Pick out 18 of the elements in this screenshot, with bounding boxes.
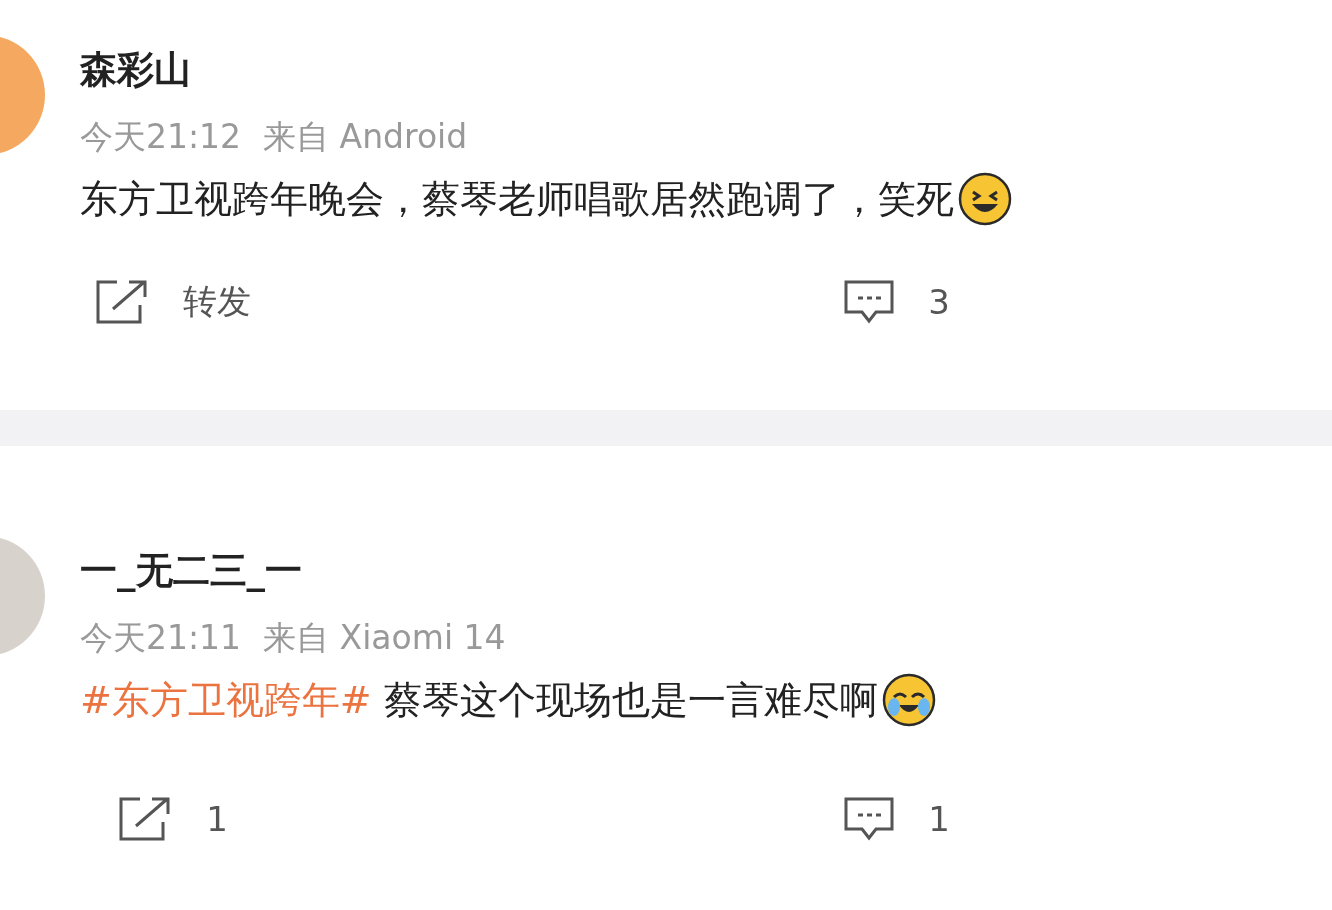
author-name[interactable]: 森彩山 — [80, 45, 1012, 95]
share-icon — [95, 279, 149, 325]
author-name[interactable]: 一_无二三_一 — [80, 546, 997, 596]
comment-button[interactable]: 3 — [797, 279, 997, 325]
share-icon — [118, 796, 173, 842]
post-time: 今天21:12 — [80, 116, 242, 158]
post-text: 东方卫视跨年晚会，蔡琴老师唱歌居然跑调了，笑死 — [80, 176, 954, 223]
emoji-icon — [881, 673, 936, 727]
comment-icon — [844, 280, 895, 324]
emoji-icon — [958, 172, 1012, 226]
repost-button[interactable]: 转发 — [73, 279, 273, 325]
post-source: 来自 Xiaomi 14 — [263, 617, 506, 659]
repost-button[interactable]: 1 — [73, 796, 273, 842]
comment-button[interactable]: 1 — [797, 796, 997, 842]
post-source: 来自 Android — [263, 116, 468, 158]
post-time: 今天21:11 — [80, 617, 242, 659]
post-text: 蔡琴这个现场也是一言难尽啊 — [382, 677, 878, 724]
comment-icon — [844, 797, 895, 841]
